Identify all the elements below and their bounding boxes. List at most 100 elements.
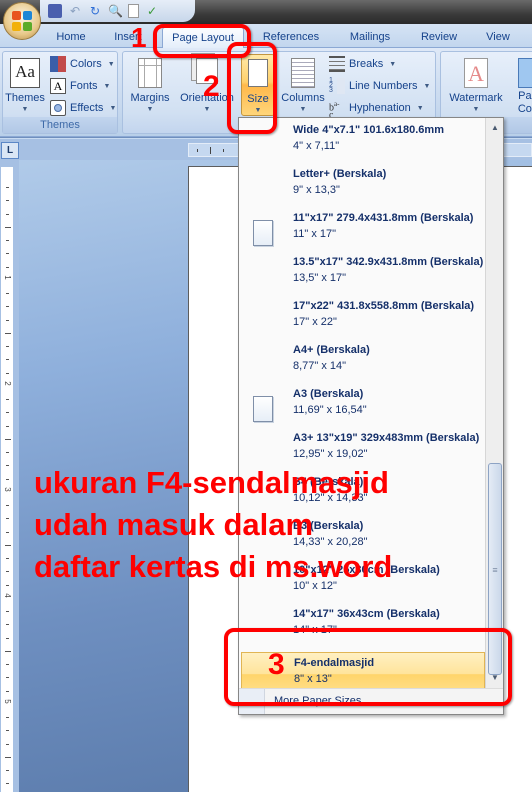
paper-size-item[interactable]: 13.5"x17" 342.9x431.8mm (Berskala) 13,5" … [241,252,485,296]
chevron-down-icon: ▼ [472,106,480,113]
themes-group: Aa Themes ▼ Colors ▼ A Fonts ▼ Effects ▼ Th… [2,51,118,134]
ruler-tick [6,412,9,414]
ruler-number: 5 [3,699,12,704]
tab-home[interactable]: Home [50,27,92,48]
more-paper-sizes-button[interactable]: More Paper Sizes... [274,695,371,707]
effects-icon [50,100,66,116]
scroll-down-arrow-icon[interactable]: ▼ [486,670,503,686]
columns-icon [291,58,315,88]
effects-button[interactable]: Effects ▼ [50,98,116,118]
orientation-button[interactable]: Orientation ▼ [175,54,239,116]
breaks-icon [329,56,345,72]
paper-size-dimensions: 13,5" x 17" [293,272,347,284]
paper-size-item[interactable]: B4 (Berskala) 10,12" x 14,33" [241,472,485,516]
paper-size-name: 10"x12" 25x30cm (Berskala) [293,564,440,576]
chevron-down-icon: ▼ [203,106,211,113]
page-color-icon [518,58,532,88]
scrollbar-thumb[interactable]: ≡ [488,463,502,675]
dropdown-scrollbar[interactable]: ▲ ≡ ▼ [485,118,503,688]
ruler-tick [6,346,9,347]
print-preview-icon[interactable]: 🔍 [108,4,123,18]
paper-size-item[interactable]: F4-endalmasjid 8" x 13" [241,652,485,688]
paper-size-item[interactable]: B3 (Berskala) 14,33" x 20,28" [241,516,485,560]
paper-size-name: 14"x17" 36x43cm (Berskala) [293,608,440,620]
vertical-ruler[interactable]: 1 2 3 4 5 [0,160,19,792]
ruler-tick [6,293,9,294]
paper-size-name: Wide 4"x7.1" 101.6x180.6mm [293,124,444,136]
tab-references[interactable]: References [256,27,326,48]
themes-button[interactable]: Aa Themes ▼ [5,54,45,116]
margins-button[interactable]: Margins ▼ [127,54,173,116]
line-numbers-icon: 123 [329,77,345,94]
hyphenation-icon: ba-c [329,100,340,122]
tab-mailings[interactable]: Mailings [340,27,400,48]
ruler-tick [6,677,9,679]
paper-size-item[interactable]: A3 (Berskala) 11,69" x 16,54" [241,384,485,428]
page-color-button[interactable]: Page Color [511,54,532,116]
ruler-tick [6,717,9,718]
paper-size-item[interactable]: 10"x12" 25x30cm (Berskala) 10" x 12" [241,560,485,604]
paper-size-dimensions: 11,69" x 16,54" [293,404,367,416]
paper-size-dimensions: 14,33" x 20,28" [293,536,368,548]
tab-stop-selector[interactable]: L [1,142,19,159]
tab-view[interactable]: View [478,27,518,48]
ruler-number: 2 [3,381,12,386]
ruler-tick [6,399,9,400]
hyphenation-button[interactable]: ba-c Hyphenation ▼ [329,98,424,122]
ruler-tick [6,240,9,241]
chevron-down-icon: ▼ [103,82,111,90]
ruler-tick [6,611,9,612]
paper-size-item[interactable]: 14"x17" 36x43cm (Berskala) 14" x 17" [241,604,485,648]
chevron-down-icon: ▼ [299,106,307,113]
ruler-tick [6,465,9,467]
paper-size-dimensions: 8" x 13" [294,673,332,685]
paper-size-item[interactable]: 17"x22" 431.8x558.8mm (Berskala) 17" x 22… [241,296,485,340]
paper-size-item[interactable]: A3+ 13"x19" 329x483mm (Berskala) 12,95" x… [241,428,485,472]
chevron-down-icon: ▼ [416,104,424,112]
tab-insert[interactable]: Insert [106,27,150,48]
ruler-tick [6,637,9,639]
tab-page-layout[interactable]: Page Layout [162,27,244,48]
paper-size-name: 11"x17" 279.4x431.8mm (Berskala) [293,212,474,224]
redo-icon[interactable]: ↻ [88,4,102,18]
spelling-icon[interactable]: ✓ [145,4,159,18]
paper-size-name: A3+ 13"x19" 329x483mm (Berskala) [293,432,480,444]
new-document-icon[interactable] [128,4,139,18]
paper-size-item[interactable]: A4+ (Berskala) 8,77" x 14" [241,340,485,384]
tab-review[interactable]: Review [414,27,464,48]
ruler-tick [5,650,11,652]
paper-size-dimensions: 8,77" x 14" [293,360,347,372]
line-numbers-button[interactable]: 123 Line Numbers ▼ [329,76,430,96]
chevron-down-icon: ▼ [423,82,431,90]
columns-button[interactable]: Columns ▼ [279,54,327,116]
ruler-number: 3 [3,487,12,492]
paper-size-dimensions: 10" x 12" [293,580,337,592]
colors-button[interactable]: Colors ▼ [50,54,115,74]
save-icon[interactable] [48,4,62,18]
paper-size-item[interactable]: 11"x17" 279.4x431.8mm (Berskala) 11" x 17… [241,208,485,252]
ruler-tick [6,425,9,427]
paper-size-item[interactable]: Wide 4"x7.1" 101.6x180.6mm 4" x 7,11" [241,120,485,164]
ruler-tick [6,200,9,202]
office-button[interactable] [3,2,41,40]
paper-size-dimensions: 9" x 13,3" [293,184,340,196]
breaks-button[interactable]: Breaks ▼ [329,54,396,74]
ruler-tick [6,319,9,321]
menu-gutter [239,689,265,714]
ruler-tick [6,571,9,573]
fonts-button[interactable]: A Fonts ▼ [50,76,110,96]
ruler-tick [6,253,9,255]
watermark-button[interactable]: A Watermark ▼ [445,54,507,116]
paper-size-dimensions: 4" x 7,11" [293,140,340,152]
themes-icon: Aa [10,58,40,88]
paper-page-icon [253,396,273,422]
paper-size-item[interactable]: Letter+ (Berskala) 9" x 13,3" [241,164,485,208]
vertical-ruler-track: 1 2 3 4 5 [1,167,13,792]
paper-size-dimensions: 10,12" x 14,33" [293,492,368,504]
ruler-tick [6,743,9,745]
dropdown-footer: More Paper Sizes... [239,688,503,714]
scroll-up-arrow-icon[interactable]: ▲ [486,120,503,136]
size-button[interactable]: Size ▼ [241,54,275,116]
undo-icon[interactable]: ↶ [68,4,82,18]
ruler-tick [6,266,9,268]
